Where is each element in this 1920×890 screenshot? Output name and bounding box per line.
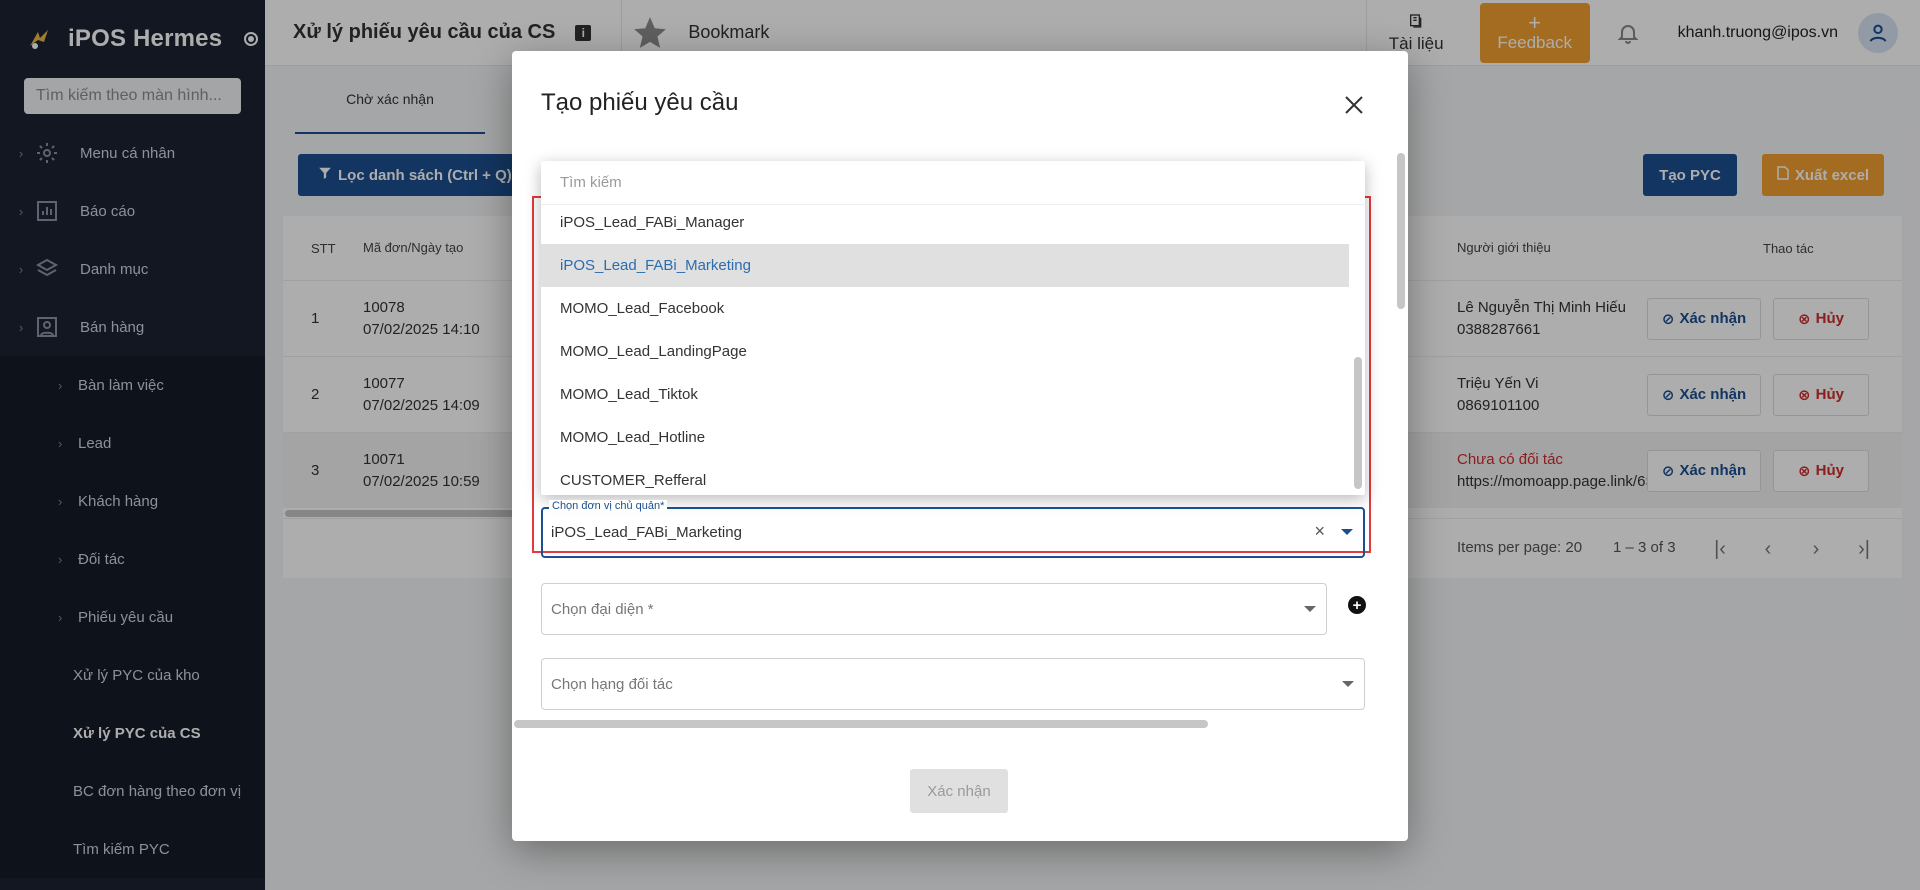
partner-rank-select[interactable]: Chọn hạng đối tác [541,658,1365,710]
partner-rank-placeholder: Chọn hạng đối tác [551,676,673,693]
representative-select[interactable]: Chọn đại diện * [541,583,1327,635]
dropdown-panel: Tìm kiếm iPOS_Lead_FABi_Manager iPOS_Lea… [541,161,1365,495]
dropdown-scrollbar[interactable] [1354,357,1362,489]
representative-placeholder: Chọn đại diện * [551,601,654,618]
unit-select-value: iPOS_Lead_FABi_Marketing [551,524,742,541]
unit-select[interactable]: Chọn đơn vị chủ quản* iPOS_Lead_FABi_Mar… [541,500,1365,558]
dropdown-option[interactable]: MOMO_Lead_Facebook [541,287,1349,330]
dialog-title: Tạo phiếu yêu cầu [541,89,739,116]
add-circle-icon[interactable]: + [1348,596,1366,614]
caret-down-icon [1342,681,1354,687]
unit-select-label: Chọn đơn vị chủ quản* [549,500,668,512]
dialog-scrollbar-vertical[interactable] [1397,153,1405,309]
create-request-dialog: Tạo phiếu yêu cầu Tìm kiếm iPOS_Lead_FAB… [512,51,1408,841]
dropdown-option[interactable]: iPOS_Lead_FABi_Manager [541,201,1349,244]
dialog-scrollbar-horizontal[interactable] [514,720,1208,728]
dropdown-option[interactable]: MOMO_Lead_Tiktok [541,373,1349,416]
close-icon[interactable] [1342,93,1366,117]
caret-down-icon [1304,606,1316,612]
dropdown-option[interactable]: MOMO_Lead_Hotline [541,416,1349,459]
dropdown-search-input[interactable]: Tìm kiếm [541,161,1365,205]
caret-down-icon[interactable] [1341,529,1353,535]
dropdown-option-selected[interactable]: iPOS_Lead_FABi_Marketing [541,244,1349,287]
dropdown-option[interactable]: CUSTOMER_Refferal [541,459,1349,502]
clear-icon[interactable]: × [1314,521,1325,542]
submit-button[interactable]: Xác nhận [910,769,1008,813]
dropdown-option[interactable]: MOMO_Lead_LandingPage [541,330,1349,373]
